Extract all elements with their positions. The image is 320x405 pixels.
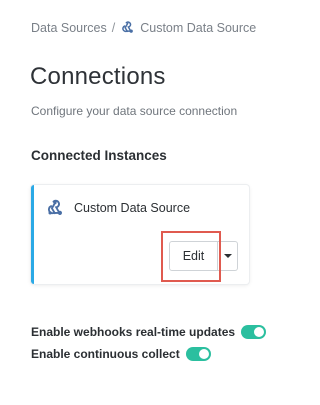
webhooks-setting: Enable webhooks real-time updates — [31, 325, 267, 339]
webhooks-toggle[interactable] — [241, 325, 267, 339]
breadcrumb-separator: / — [111, 20, 116, 35]
continuous-collect-toggle[interactable] — [185, 347, 211, 361]
toggle-knob — [254, 327, 265, 337]
edit-dropdown-toggle[interactable] — [218, 241, 238, 271]
connected-instances-heading: Connected Instances — [31, 148, 167, 163]
continuous-collect-label: Enable continuous collect — [31, 347, 180, 361]
edit-button-group: Edit — [169, 241, 238, 271]
caret-down-icon — [223, 254, 232, 258]
breadcrumb-data-sources[interactable]: Data Sources — [31, 21, 107, 35]
continuous-collect-setting: Enable continuous collect — [31, 347, 211, 361]
webhook-icon — [122, 21, 134, 33]
page-title: Connections — [30, 63, 166, 90]
edit-button[interactable]: Edit — [169, 241, 218, 271]
webhook-icon — [47, 199, 62, 215]
breadcrumb-current: Custom Data Source — [140, 20, 257, 35]
instance-card-header: Custom Data Source — [45, 198, 190, 218]
page-subtitle: Configure your data source connection — [31, 104, 238, 118]
webhooks-label: Enable webhooks real-time updates — [31, 325, 236, 339]
breadcrumb: Data Sources / Custom Data Source — [31, 20, 256, 35]
instance-card: Custom Data Source Edit — [31, 185, 249, 284]
toggle-knob — [198, 349, 209, 359]
instance-name: Custom Data Source — [74, 201, 191, 215]
connections-page: Data Sources / Custom Data Source Connec… — [0, 0, 309, 405]
